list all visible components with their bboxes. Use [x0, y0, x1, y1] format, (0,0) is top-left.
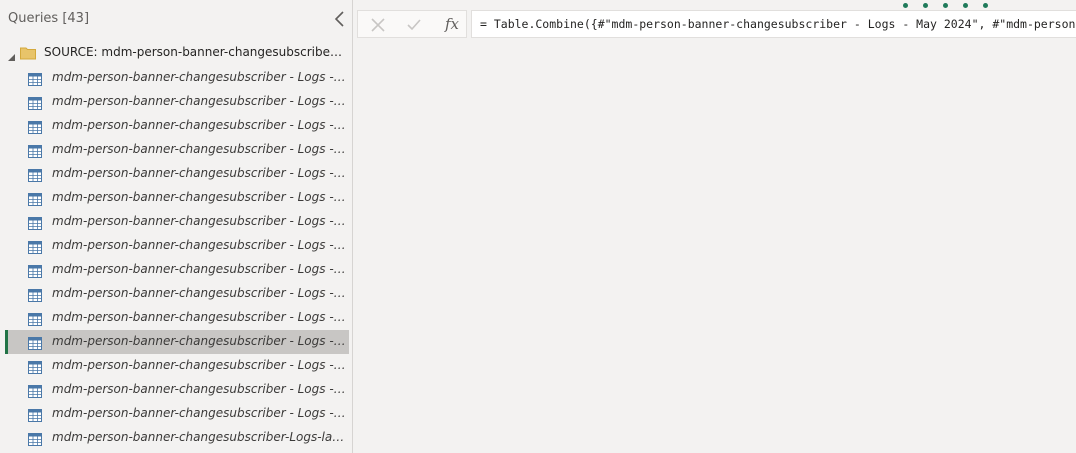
table-icon	[28, 143, 42, 158]
query-item-label: mdm-person-banner-changesubscriber-Logs-…	[52, 430, 348, 444]
formula-text: = Table.Combine({#"mdm-person-banner-cha…	[480, 17, 1076, 31]
query-group-label: SOURCE: mdm-person-banner-changesubscrib…	[44, 45, 344, 59]
formula-bar: fx = Table.Combine({#"mdm-person-banner-…	[357, 10, 1076, 38]
query-item[interactable]: mdm-person-banner-changesubscriber - Log…	[0, 90, 352, 114]
queries-title: Queries [43]	[8, 11, 90, 26]
checkmark-icon	[407, 19, 421, 31]
query-item-label: mdm-person-banner-changesubscriber - Log…	[52, 142, 348, 156]
query-item-label: mdm-person-banner-changesubscriber - Log…	[52, 262, 348, 276]
table-icon	[28, 359, 42, 374]
main-area: fx = Table.Combine({#"mdm-person-banner-…	[353, 0, 1076, 453]
table-icon	[28, 407, 42, 422]
query-item-label: mdm-person-banner-changesubscriber - Log…	[52, 286, 348, 300]
table-icon	[28, 335, 42, 350]
table-icon	[28, 215, 42, 230]
table-icon	[28, 191, 42, 206]
loading-dot	[923, 3, 928, 8]
query-item[interactable]: mdm-person-banner-changesubscriber - Log…	[0, 402, 352, 426]
query-item-label: mdm-person-banner-changesubscriber - Log…	[52, 310, 348, 324]
queries-header: Queries [43]	[8, 10, 348, 30]
power-query-editor: Queries [43] SOURCE: mdm-person-banner-c…	[0, 0, 1076, 453]
table-icon	[28, 383, 42, 398]
loading-dot	[943, 3, 948, 8]
query-item[interactable]: mdm-person-banner-changesubscriber - Log…	[0, 330, 352, 354]
table-icon	[28, 287, 42, 302]
query-item-label: mdm-person-banner-changesubscriber - Log…	[52, 382, 348, 396]
query-item[interactable]: mdm-person-banner-changesubscriber-Logs-…	[0, 426, 352, 450]
loading-dot	[903, 3, 908, 8]
table-icon	[28, 239, 42, 254]
selection-accent-bar	[5, 330, 8, 354]
query-item[interactable]: mdm-person-banner-changesubscriber - Log…	[0, 114, 352, 138]
query-item[interactable]: mdm-person-banner-changesubscriber - Log…	[0, 66, 352, 90]
query-item[interactable]: mdm-person-banner-changesubscriber - Log…	[0, 138, 352, 162]
table-icon	[28, 167, 42, 182]
query-group-source[interactable]: SOURCE: mdm-person-banner-changesubscrib…	[0, 43, 352, 65]
query-item-label: mdm-person-banner-changesubscriber - Log…	[52, 94, 348, 108]
query-item-label: mdm-person-banner-changesubscriber - Log…	[52, 166, 348, 180]
table-icon	[28, 71, 42, 86]
loading-dot	[983, 3, 988, 8]
query-item[interactable]: mdm-person-banner-changesubscriber - Log…	[0, 234, 352, 258]
query-item[interactable]: mdm-person-banner-changesubscriber - Log…	[0, 354, 352, 378]
query-item-label: mdm-person-banner-changesubscriber - Log…	[52, 70, 348, 84]
query-item-label: mdm-person-banner-changesubscriber - Log…	[52, 190, 348, 204]
query-item[interactable]: mdm-person-banner-changesubscriber - Log…	[0, 162, 352, 186]
query-item-label: mdm-person-banner-changesubscriber - Log…	[52, 118, 348, 132]
table-icon	[28, 311, 42, 326]
commit-button[interactable]	[404, 15, 424, 35]
chevron-left-icon	[334, 11, 344, 27]
formula-buttons: fx	[357, 10, 467, 38]
query-item-label: mdm-person-banner-changesubscriber - Log…	[52, 214, 348, 228]
query-item[interactable]: mdm-person-banner-changesubscriber - Log…	[0, 282, 352, 306]
query-item-label: mdm-person-banner-changesubscriber - Log…	[52, 358, 348, 372]
formula-input[interactable]: = Table.Combine({#"mdm-person-banner-cha…	[471, 10, 1076, 38]
query-item-label: mdm-person-banner-changesubscriber - Log…	[52, 238, 348, 252]
query-item-label: mdm-person-banner-changesubscriber - Log…	[52, 406, 348, 420]
close-icon	[371, 18, 385, 32]
cancel-button[interactable]	[368, 15, 388, 35]
expand-triangle-icon[interactable]	[8, 47, 16, 61]
query-item[interactable]: mdm-person-banner-changesubscriber - Log…	[0, 186, 352, 210]
query-item[interactable]: mdm-person-banner-changesubscriber - Log…	[0, 378, 352, 402]
table-icon	[28, 119, 42, 134]
loading-dot	[963, 3, 968, 8]
table-icon	[28, 95, 42, 110]
query-list: mdm-person-banner-changesubscriber - Log…	[0, 66, 352, 450]
query-item-label: mdm-person-banner-changesubscriber - Log…	[52, 334, 348, 348]
insert-function-button[interactable]: fx	[440, 13, 464, 35]
query-item[interactable]: mdm-person-banner-changesubscriber - Log…	[0, 210, 352, 234]
table-icon	[28, 431, 42, 446]
query-item[interactable]: mdm-person-banner-changesubscriber - Log…	[0, 306, 352, 330]
loading-indicator	[903, 3, 993, 9]
collapse-pane-button[interactable]	[333, 10, 347, 28]
queries-pane: Queries [43] SOURCE: mdm-person-banner-c…	[0, 0, 352, 453]
query-item[interactable]: mdm-person-banner-changesubscriber - Log…	[0, 258, 352, 282]
folder-icon	[20, 45, 36, 61]
table-icon	[28, 263, 42, 278]
